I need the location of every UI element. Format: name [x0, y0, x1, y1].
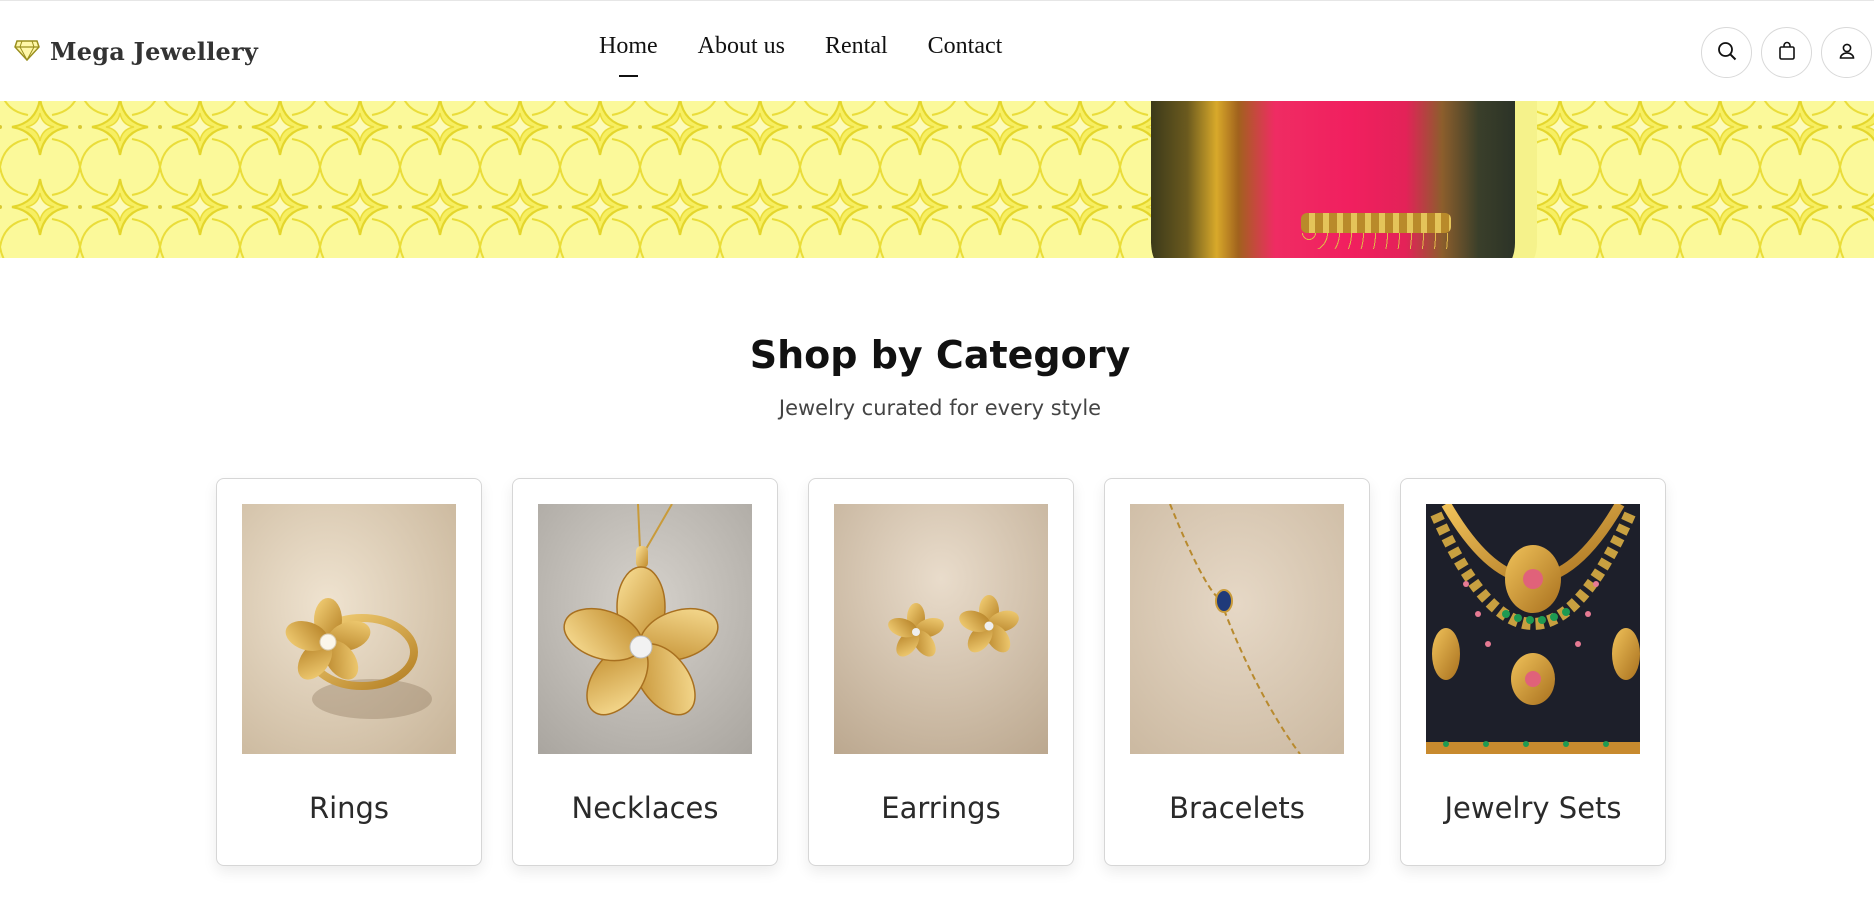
nav-rental[interactable]: Rental	[825, 33, 888, 60]
category-label: Earrings	[881, 791, 1001, 825]
nav-home[interactable]: Home	[599, 33, 658, 77]
necklaces-image	[538, 504, 752, 754]
site-header: Mega Jewellery Home About us Rental Cont…	[0, 0, 1874, 101]
user-icon	[1836, 40, 1858, 66]
search-icon	[1716, 40, 1738, 66]
category-label: Bracelets	[1169, 791, 1305, 825]
waist-belt-image	[1301, 213, 1451, 233]
search-button[interactable]	[1701, 27, 1752, 78]
hero-banner	[0, 101, 1874, 258]
jewelry-sets-image	[1426, 504, 1640, 754]
category-card-earrings[interactable]: Earrings	[808, 478, 1074, 866]
belt-chains	[1301, 233, 1451, 249]
category-card-rings[interactable]: Rings	[216, 478, 482, 866]
banner-pattern	[0, 101, 1874, 258]
diamond-icon	[14, 39, 40, 65]
category-grid: Rings Necklaces Earrings Bracelets Jewel…	[216, 478, 1666, 866]
brand-logo[interactable]: Mega Jewellery	[14, 37, 258, 66]
nav-about-us[interactable]: About us	[698, 33, 785, 60]
bracelets-image	[1130, 504, 1344, 754]
category-label: Jewelry Sets	[1444, 791, 1622, 825]
category-card-jewelry-sets[interactable]: Jewelry Sets	[1400, 478, 1666, 866]
account-button[interactable]	[1821, 27, 1872, 78]
category-card-necklaces[interactable]: Necklaces	[512, 478, 778, 866]
category-card-bracelets[interactable]: Bracelets	[1104, 478, 1370, 866]
cart-button[interactable]	[1761, 27, 1812, 78]
category-label: Necklaces	[571, 791, 719, 825]
shopping-bag-icon	[1776, 40, 1798, 66]
rings-image	[242, 504, 456, 754]
banner-model-photo	[1151, 101, 1537, 258]
section-subtitle: Jewelry curated for every style	[778, 396, 1102, 420]
section-title: Shop by Category	[749, 333, 1131, 377]
earrings-image	[834, 504, 1048, 754]
main-nav: Home About us Rental Contact	[599, 33, 1003, 77]
category-label: Rings	[308, 791, 390, 825]
nav-contact[interactable]: Contact	[928, 33, 1003, 60]
brand-name: Mega Jewellery	[50, 37, 258, 66]
